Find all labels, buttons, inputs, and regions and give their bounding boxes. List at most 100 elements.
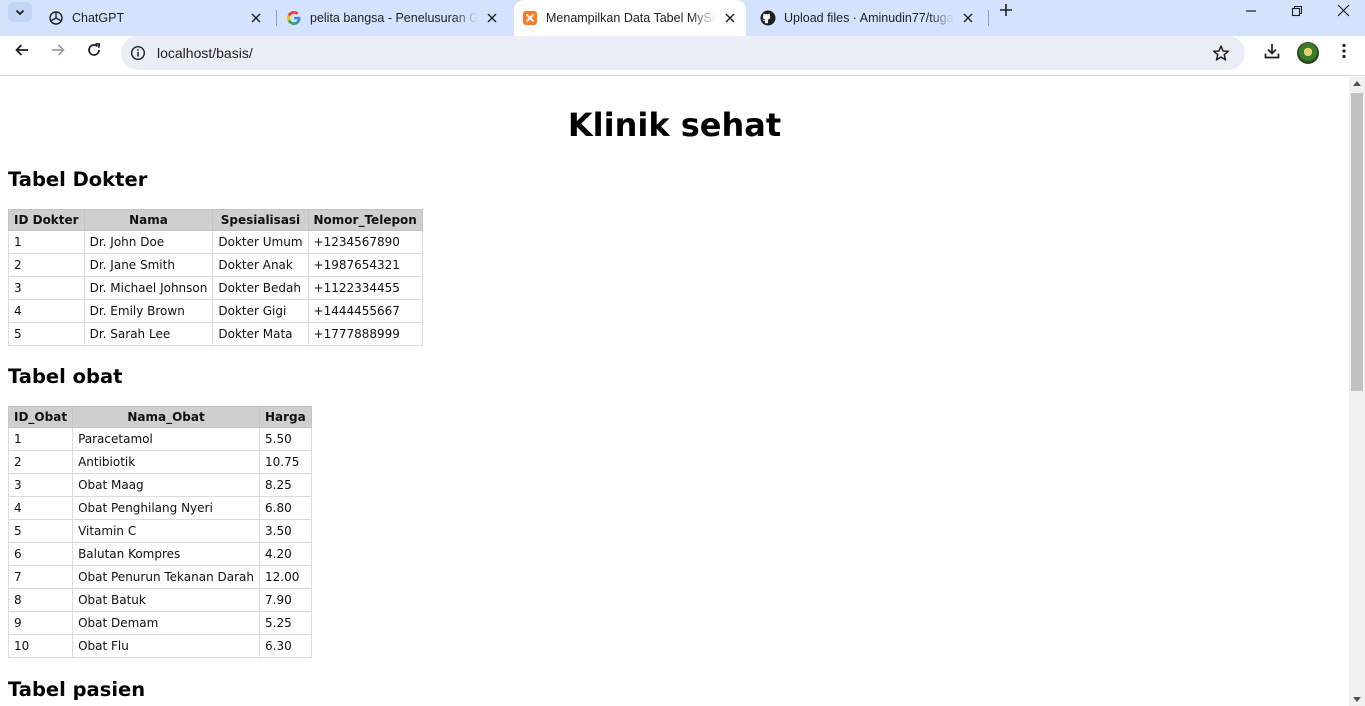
table-cell: 1 xyxy=(8,230,85,254)
table-cell: Obat Maag xyxy=(72,473,260,497)
site-info-icon[interactable] xyxy=(129,44,147,62)
tab-title: Upload files · Aminudin77/tugas xyxy=(784,11,954,25)
table-row: 9 Obat Demam 5.25 xyxy=(7,611,312,635)
table-row: 2 Antibiotik 10.75 xyxy=(7,450,312,474)
table-row: 8 Obat Batuk 7.90 xyxy=(7,588,312,612)
downloads-button[interactable] xyxy=(1256,37,1288,69)
table-cell: Dokter Gigi xyxy=(212,299,309,323)
heading-tabel-pasien: Tabel pasien xyxy=(8,678,146,701)
table-cell: Paracetamol xyxy=(72,427,260,451)
table-cell: 4.20 xyxy=(259,542,312,566)
back-button[interactable] xyxy=(6,36,38,68)
table-cell: 3 xyxy=(7,473,74,497)
arrow-left-icon xyxy=(14,42,30,62)
chatgpt-icon xyxy=(48,10,64,26)
table-cell: Vitamin C xyxy=(72,519,260,543)
page-title: Klinik sehat xyxy=(567,106,782,144)
close-window-button[interactable] xyxy=(1320,0,1365,22)
plus-icon xyxy=(999,2,1013,21)
arrow-right-icon xyxy=(50,42,66,62)
table-cell: Obat Penghilang Nyeri xyxy=(72,496,260,520)
column-header: Spesialisasi xyxy=(212,209,309,231)
column-header: Nama xyxy=(83,209,214,231)
table-body: 1 Dr. John Doe Dokter Umum +1234567890 2 Dr. … xyxy=(8,230,423,346)
forward-button[interactable] xyxy=(42,36,74,68)
profile-avatar[interactable] xyxy=(1297,42,1319,64)
table-cell: 2 xyxy=(7,450,74,474)
column-header: Nama_Obat xyxy=(72,406,260,428)
table-row: 10 Obat Flu 6.30 xyxy=(7,634,312,658)
table-cell: 5.25 xyxy=(259,611,312,635)
table-header-row: ID_Obat Nama_Obat Harga xyxy=(7,406,312,428)
table-cell: Obat Penurun Tekanan Darah xyxy=(72,565,260,589)
tab-title: Menampilkan Data Tabel MySQL xyxy=(546,11,716,25)
url-text[interactable]: localhost/basis/ xyxy=(157,45,253,61)
column-header: ID Dokter xyxy=(8,209,85,231)
menu-button[interactable] xyxy=(1328,37,1360,69)
table-cell: +1234567890 xyxy=(307,230,423,254)
table-cell: 8.25 xyxy=(259,473,312,497)
close-icon[interactable] xyxy=(720,8,740,28)
reload-icon xyxy=(86,42,102,62)
table-cell: 6 xyxy=(7,542,74,566)
table-row: 1 Paracetamol 5.50 xyxy=(7,427,312,451)
table-cell: 9 xyxy=(7,611,74,635)
page-viewport: Klinik sehat Tabel Dokter ID Dokter Nama… xyxy=(0,77,1349,706)
table-cell: +1987654321 xyxy=(307,253,423,277)
tab-title: ChatGPT xyxy=(72,11,125,25)
close-icon[interactable] xyxy=(246,8,266,28)
tab-google-search[interactable]: pelita bangsa - Penelusuran Google xyxy=(278,0,508,36)
xampp-icon xyxy=(522,10,538,26)
reload-button[interactable] xyxy=(78,36,110,68)
table-row: 5 Dr. Sarah Lee Dokter Mata +1777888999 xyxy=(8,322,423,346)
table-cell: +1777888999 xyxy=(307,322,423,346)
vertical-scrollbar[interactable] xyxy=(1349,77,1365,706)
table-cell: 3.50 xyxy=(259,519,312,543)
column-header: Harga xyxy=(259,406,312,428)
table-cell: 10.75 xyxy=(259,450,312,474)
tab-menampilkan-data[interactable]: Menampilkan Data Tabel MySQL xyxy=(514,0,746,36)
scroll-down-arrow-icon[interactable] xyxy=(1353,697,1361,702)
table-cell: 6.80 xyxy=(259,496,312,520)
column-header: ID_Obat xyxy=(7,406,74,428)
google-icon xyxy=(286,10,302,26)
heading-tabel-dokter: Tabel Dokter xyxy=(8,168,148,191)
table-cell: 8 xyxy=(7,588,74,612)
table-row: 7 Obat Penurun Tekanan Darah 12.00 xyxy=(7,565,312,589)
close-icon[interactable] xyxy=(958,8,978,28)
new-tab-button[interactable] xyxy=(994,0,1018,22)
table-cell: 6.30 xyxy=(259,634,312,658)
table-row: 4 Obat Penghilang Nyeri 6.80 xyxy=(7,496,312,520)
scroll-up-arrow-icon[interactable] xyxy=(1353,81,1361,86)
table-cell: 10 xyxy=(7,634,74,658)
minimize-button[interactable] xyxy=(1228,0,1274,22)
close-icon[interactable] xyxy=(482,8,502,28)
tab-chatgpt[interactable]: ChatGPT xyxy=(40,0,272,36)
tab-search-button[interactable] xyxy=(8,2,32,22)
browser-tab-strip: ChatGPT pelita bangsa - Penelusuran Goog… xyxy=(0,0,1365,36)
table-cell: 4 xyxy=(8,299,85,323)
tab-github-upload[interactable]: Upload files · Aminudin77/tugas xyxy=(752,0,984,36)
table-cell: 7.90 xyxy=(259,588,312,612)
table-cell: Dr. John Doe xyxy=(83,230,214,254)
minimize-icon xyxy=(1245,2,1257,21)
table-header-row: ID Dokter Nama Spesialisasi Nomor_Telepo… xyxy=(8,209,423,231)
table-cell: +1122334455 xyxy=(307,276,423,300)
table-cell: 3 xyxy=(8,276,85,300)
table-cell: Antibiotik xyxy=(72,450,260,474)
column-header: Nomor_Telepon xyxy=(307,209,423,231)
table-obat: ID_Obat Nama_Obat Harga 1 Paracetamol 5.50… xyxy=(7,406,312,658)
table-cell: 4 xyxy=(7,496,74,520)
restore-button[interactable] xyxy=(1274,0,1320,22)
table-cell: +1444455667 xyxy=(307,299,423,323)
table-cell: Dokter Bedah xyxy=(212,276,309,300)
table-cell: 2 xyxy=(8,253,85,277)
table-cell: 12.00 xyxy=(259,565,312,589)
address-bar[interactable]: localhost/basis/ xyxy=(121,36,1245,70)
table-row: 5 Vitamin C 3.50 xyxy=(7,519,312,543)
bookmark-star-icon[interactable] xyxy=(1211,43,1231,63)
scrollbar-thumb[interactable] xyxy=(1351,93,1363,391)
table-cell: Dr. Sarah Lee xyxy=(83,322,214,346)
table-cell: Dokter Mata xyxy=(212,322,309,346)
table-dokter: ID Dokter Nama Spesialisasi Nomor_Telepo… xyxy=(8,209,423,346)
